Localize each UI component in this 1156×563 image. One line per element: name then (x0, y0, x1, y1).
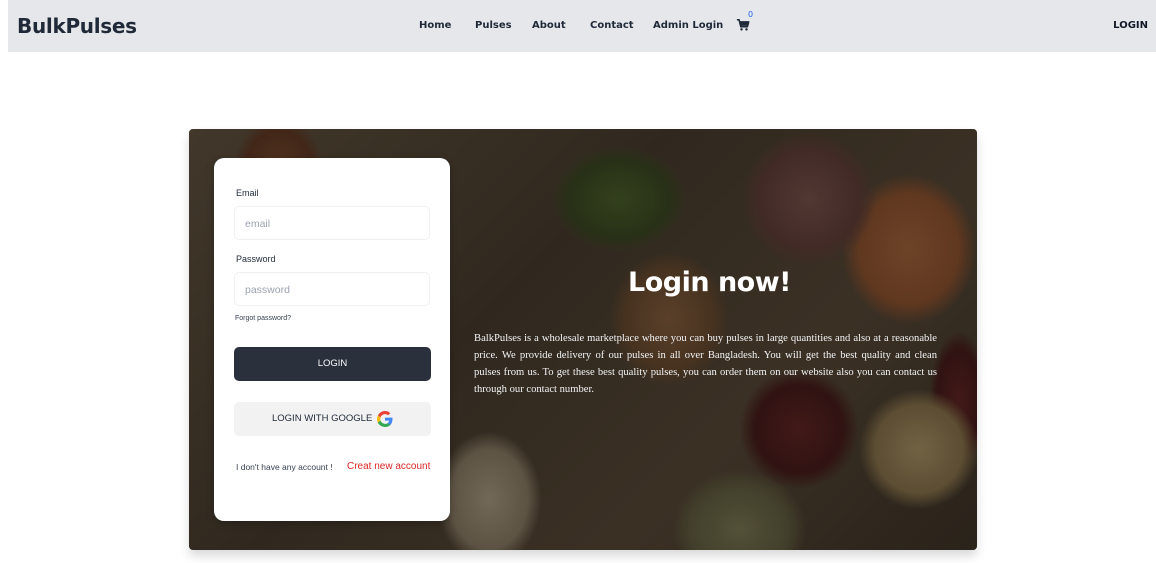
email-label: Email (236, 188, 259, 198)
hero-title: Login now! (628, 267, 792, 298)
cart-count-badge: 0 (748, 10, 754, 19)
nav-link-pulses[interactable]: Pulses (475, 20, 512, 31)
email-input[interactable]: email (234, 206, 430, 240)
login-card: Email email Password password Forgot pas… (214, 158, 450, 521)
password-input[interactable]: password (234, 272, 430, 306)
login-with-google-button[interactable]: LOGIN WITH GOOGLE (234, 402, 431, 436)
navbar: BulkPulses Home Pulses About Contact Adm… (8, 0, 1156, 52)
hero-section: Login now! BalkPulses is a wholesale mar… (189, 129, 977, 550)
no-account-text: I don't have any account ! (236, 462, 333, 472)
login-button[interactable]: LOGIN (234, 347, 431, 381)
brand-logo[interactable]: BulkPulses (17, 14, 137, 38)
hero-description: BalkPulses is a wholesale marketplace wh… (474, 333, 937, 395)
shopping-cart-icon[interactable] (736, 18, 750, 32)
password-label: Password (236, 254, 276, 264)
nav-link-contact[interactable]: Contact (590, 20, 634, 31)
forgot-password-link[interactable]: Forgot password? (235, 315, 291, 322)
nav-link-home[interactable]: Home (419, 20, 451, 31)
create-account-link[interactable]: Creat new account (347, 461, 430, 472)
nav-login-link[interactable]: LOGIN (1113, 20, 1148, 31)
google-button-label: LOGIN WITH GOOGLE (272, 413, 373, 424)
google-icon (377, 411, 393, 427)
nav-link-admin-login[interactable]: Admin Login (653, 20, 723, 31)
nav-link-about[interactable]: About (532, 20, 566, 31)
